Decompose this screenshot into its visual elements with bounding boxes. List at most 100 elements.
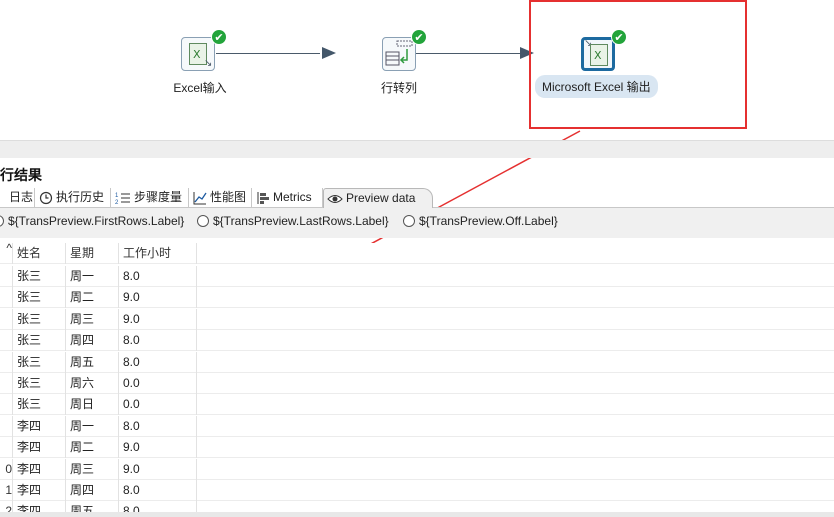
table-row[interactable]: 张三 周一 8.0 — [0, 266, 834, 287]
row-index-cell[interactable] — [0, 266, 13, 287]
tab-log[interactable]: 日志 — [0, 188, 35, 208]
tab-history[interactable]: 执行历史 — [36, 188, 111, 208]
row-column-icon — [385, 40, 413, 66]
name-cell[interactable]: 张三 — [13, 330, 66, 352]
name-cell[interactable]: 张三 — [13, 266, 66, 287]
hours-cell[interactable]: 8.0 — [119, 351, 197, 373]
name-cell[interactable]: 张三 — [13, 287, 66, 309]
row-index-cell[interactable]: 0 — [0, 458, 13, 480]
hours-cell[interactable]: 9.0 — [119, 308, 197, 330]
name-cell[interactable]: 张三 — [13, 351, 66, 373]
results-tabbar: 日志 执行历史 1 2 步骤度量 性能图 Metrics Preview data — [0, 186, 834, 208]
name-cell[interactable]: 张三 — [13, 308, 66, 330]
row-index-cell[interactable]: 1 — [0, 480, 13, 501]
hours-cell[interactable]: 8.0 — [119, 330, 197, 352]
name-cell[interactable]: 张三 — [13, 373, 66, 394]
horizontal-scrollbar[interactable] — [0, 512, 834, 517]
preview-data-table[interactable]: ^ 姓名 星期 工作小时 张三 周一 8.0 张三 周二 9.0 张三 周三 9.0 张三 周四 8.… — [0, 243, 834, 517]
step-label-excel-input: Excel输入 — [173, 81, 227, 95]
day-cell[interactable]: 周二 — [66, 287, 119, 309]
tab-performance-graph-label: 性能图 — [210, 190, 247, 204]
table-row[interactable]: 张三 周二 9.0 — [0, 287, 834, 309]
radio-last-rows-label: ${TransPreview.LastRows.Label} — [213, 214, 389, 228]
svg-text:1: 1 — [115, 193, 119, 199]
hours-cell[interactable]: 9.0 — [119, 287, 197, 309]
row-index-cell[interactable] — [0, 287, 13, 309]
svg-text:2: 2 — [115, 200, 119, 205]
radio-last-rows[interactable]: ${TransPreview.LastRows.Label} — [197, 214, 389, 228]
hop-line-2[interactable] — [416, 53, 520, 54]
tab-log-label: 日志 — [9, 190, 34, 204]
eye-icon — [327, 194, 343, 203]
row-index-cell[interactable] — [0, 351, 13, 373]
name-cell[interactable]: 张三 — [13, 394, 66, 416]
radio-off[interactable]: ${TransPreview.Off.Label} — [403, 214, 558, 228]
table-row[interactable]: 0 李四 周三 9.0 — [0, 458, 834, 480]
tab-metrics[interactable]: Metrics — [253, 188, 323, 208]
table-row[interactable]: 张三 周日 0.0 — [0, 394, 834, 416]
column-header-hours[interactable]: 工作小时 — [119, 243, 197, 264]
table-row[interactable]: 张三 周四 8.0 — [0, 330, 834, 352]
panel-splitter[interactable] — [0, 140, 834, 158]
column-header-name[interactable]: 姓名 — [13, 243, 66, 264]
performance-graph-icon — [193, 191, 207, 205]
day-cell[interactable]: 周四 — [66, 330, 119, 352]
row-index-cell[interactable] — [0, 308, 13, 330]
tab-history-label: 执行历史 — [56, 190, 105, 204]
radio-circle[interactable] — [403, 215, 415, 227]
table-row[interactable]: 1 李四 周四 8.0 — [0, 480, 834, 501]
hop-line-1[interactable] — [216, 53, 320, 54]
day-cell[interactable]: 周二 — [66, 437, 119, 459]
success-check-icon: ✔ — [411, 29, 427, 45]
preview-mode-radio-bar: ${TransPreview.FirstRows.Label} ${TransP… — [0, 208, 834, 238]
hours-cell[interactable]: 8.0 — [119, 266, 197, 287]
step-excel-input[interactable]: X ↘ — [181, 37, 215, 71]
table-row[interactable]: 张三 周六 0.0 — [0, 373, 834, 394]
day-cell[interactable]: 周六 — [66, 373, 119, 394]
radio-off-label: ${TransPreview.Off.Label} — [419, 214, 558, 228]
hours-cell[interactable]: 8.0 — [119, 480, 197, 501]
metrics-icon — [257, 191, 269, 204]
day-cell[interactable]: 周五 — [66, 351, 119, 373]
day-cell[interactable]: 周四 — [66, 480, 119, 501]
step-row-to-column[interactable] — [382, 37, 416, 71]
radio-first-rows[interactable]: ${TransPreview.FirstRows.Label} — [0, 214, 184, 228]
row-index-cell[interactable] — [0, 415, 13, 437]
success-check-icon: ✔ — [211, 29, 227, 45]
table-row[interactable]: 张三 周三 9.0 — [0, 308, 834, 330]
table-row[interactable]: 李四 周二 9.0 — [0, 437, 834, 459]
name-cell[interactable]: 李四 — [13, 458, 66, 480]
step-label-row-to-column: 行转列 — [380, 81, 417, 95]
day-cell[interactable]: 周一 — [66, 415, 119, 437]
column-header-day[interactable]: 星期 — [66, 243, 119, 264]
name-cell[interactable]: 李四 — [13, 437, 66, 459]
name-cell[interactable]: 李四 — [13, 415, 66, 437]
radio-circle[interactable] — [0, 215, 4, 227]
history-clock-icon — [39, 191, 53, 204]
transformation-canvas[interactable]: X ↘ ✔ Excel输入 ✔ 行转列 ↘ X ✔ Microsoft Exce… — [0, 0, 834, 140]
tab-performance-graph[interactable]: 性能图 — [190, 188, 252, 208]
step-metrics-icon: 12 — [115, 193, 130, 205]
table-row[interactable]: 李四 周一 8.0 — [0, 415, 834, 437]
day-cell[interactable]: 周一 — [66, 266, 119, 287]
hours-cell[interactable]: 0.0 — [119, 394, 197, 416]
radio-circle[interactable] — [197, 215, 209, 227]
day-cell[interactable]: 周三 — [66, 458, 119, 480]
table-header-row: ^ 姓名 星期 工作小时 — [0, 243, 834, 264]
name-cell[interactable]: 李四 — [13, 480, 66, 501]
day-cell[interactable]: 周三 — [66, 308, 119, 330]
radio-first-rows-label: ${TransPreview.FirstRows.Label} — [8, 214, 185, 228]
row-index-cell[interactable] — [0, 437, 13, 459]
hours-cell[interactable]: 9.0 — [119, 458, 197, 480]
table-row[interactable]: 张三 周五 8.0 — [0, 351, 834, 373]
hours-cell[interactable]: 8.0 — [119, 415, 197, 437]
hours-cell[interactable]: 0.0 — [119, 373, 197, 394]
column-header-index[interactable]: ^ — [0, 243, 13, 264]
row-index-cell[interactable] — [0, 330, 13, 352]
row-index-cell[interactable] — [0, 394, 13, 416]
row-index-cell[interactable] — [0, 373, 13, 394]
tab-step-metrics[interactable]: 1 2 步骤度量 — [112, 188, 189, 208]
hours-cell[interactable]: 9.0 — [119, 437, 197, 459]
day-cell[interactable]: 周日 — [66, 394, 119, 416]
tab-preview-data[interactable]: Preview data — [323, 188, 433, 208]
